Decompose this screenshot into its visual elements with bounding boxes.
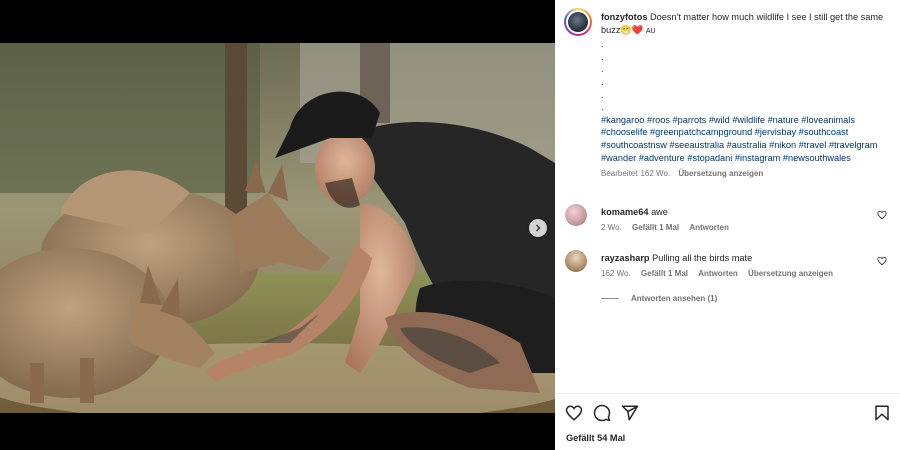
post-age: 162 Wo.: [640, 169, 671, 179]
hashtag-link[interactable]: #chooselife: [601, 127, 647, 137]
comment-username[interactable]: rayzasharp: [601, 253, 650, 263]
comment-icon[interactable]: [593, 404, 611, 422]
hashtag-link[interactable]: #wildlife: [732, 115, 765, 125]
hashtag-link[interactable]: #travelgram: [829, 140, 878, 150]
bookmark-icon[interactable]: [873, 404, 891, 422]
comment-meta: 2 Wo. Gefällt 1 Mal Antworten: [601, 223, 737, 232]
translate-link[interactable]: Übersetzung anzeigen: [678, 169, 763, 178]
comment-text-line: komame64 awe: [601, 207, 668, 217]
hashtag-list: #kangaroo #roos #parrots #wild #wildlife…: [601, 114, 891, 164]
chevron-right-icon: [536, 224, 541, 232]
post-actions-bar: Gefällt 54 Mal: [555, 393, 900, 450]
hashtag-link[interactable]: #seeaustralia: [669, 140, 724, 150]
photo-image: [0, 43, 555, 413]
hashtag-link[interactable]: #kangaroo: [601, 115, 644, 125]
next-photo-button[interactable]: [529, 219, 547, 237]
share-icon[interactable]: [621, 404, 639, 422]
comment-text: Pulling all the birds mate: [652, 253, 753, 263]
view-replies-button[interactable]: Antworten ansehen (1): [601, 294, 717, 303]
hashtag-link[interactable]: #wild: [709, 115, 730, 125]
comment-likes[interactable]: Gefällt 1 Mal: [632, 223, 679, 232]
comment-age: 2 Wo.: [601, 223, 622, 232]
post-sidebar: fonzyfotos Doesn't matter how much wildl…: [555, 0, 900, 450]
comment-text: awe: [651, 207, 668, 217]
commenter-avatar[interactable]: [565, 204, 587, 226]
translate-link[interactable]: Übersetzung anzeigen: [748, 269, 833, 278]
heart-icon[interactable]: [877, 210, 887, 220]
caption-dot: .: [601, 51, 604, 62]
reply-button[interactable]: Antworten: [698, 269, 738, 278]
comment-text-line: rayzasharp Pulling all the birds mate: [601, 253, 752, 263]
caption-dot: .: [601, 76, 604, 87]
hashtag-link[interactable]: #travel: [799, 140, 827, 150]
reply-button[interactable]: Antworten: [689, 223, 729, 232]
comment-username[interactable]: komame64: [601, 207, 649, 217]
author-avatar[interactable]: [564, 8, 592, 36]
caption-dot: .: [601, 102, 604, 113]
commenter-avatar[interactable]: [565, 250, 587, 272]
hashtag-link[interactable]: #instagram: [735, 153, 780, 163]
hashtag-link[interactable]: #parrots: [673, 115, 707, 125]
hashtag-link[interactable]: #adventure: [639, 153, 685, 163]
post-likes-count[interactable]: Gefällt 54 Mal: [566, 433, 625, 443]
caption-dot: .: [601, 64, 604, 75]
comment-age: 162 Wo.: [601, 269, 631, 278]
post-media: [0, 0, 555, 450]
hashtag-link[interactable]: #australia: [727, 140, 767, 150]
hashtag-link[interactable]: #roos: [647, 115, 670, 125]
comment-meta: 162 Wo. Gefällt 1 Mal Antworten Übersetz…: [601, 269, 841, 278]
hashtag-link[interactable]: #southcoast: [799, 127, 849, 137]
caption-suffix: AU: [645, 27, 656, 35]
comments-scroll-area[interactable]: fonzyfotos Doesn't matter how much wildl…: [555, 0, 900, 393]
view-replies-label: Antworten ansehen (1): [631, 294, 718, 303]
caption-dot: .: [601, 89, 604, 100]
hashtag-link[interactable]: #southcoastnsw: [601, 140, 667, 150]
author-username[interactable]: fonzyfotos: [601, 12, 647, 22]
hashtag-link[interactable]: #wander: [601, 153, 636, 163]
replies-divider: [601, 298, 619, 299]
hashtag-link[interactable]: #jervisbay: [755, 127, 796, 137]
hashtag-link[interactable]: #nikon: [769, 140, 796, 150]
heart-icon[interactable]: [565, 404, 583, 422]
hashtag-link[interactable]: #nature: [768, 115, 799, 125]
caption-meta: Bearbeitet 162 Wo. Übersetzung anzeigen: [601, 168, 891, 181]
edited-label: Bearbeitet: [601, 169, 638, 179]
caption-emoji: 😁❤️: [620, 24, 644, 35]
hashtag-link[interactable]: #stopadani: [687, 153, 732, 163]
caption-dot: .: [601, 39, 604, 50]
comment-likes[interactable]: Gefällt 1 Mal: [641, 269, 688, 278]
heart-icon[interactable]: [877, 256, 887, 266]
post-photo[interactable]: [0, 43, 555, 413]
hashtag-link[interactable]: #greenpatchcampground: [650, 127, 752, 137]
hashtag-link[interactable]: #loveanimals: [801, 115, 855, 125]
caption-dots: ......: [601, 38, 891, 114]
post-caption: fonzyfotos Doesn't matter how much wildl…: [601, 11, 891, 181]
hashtag-link[interactable]: #newsouthwales: [783, 153, 851, 163]
